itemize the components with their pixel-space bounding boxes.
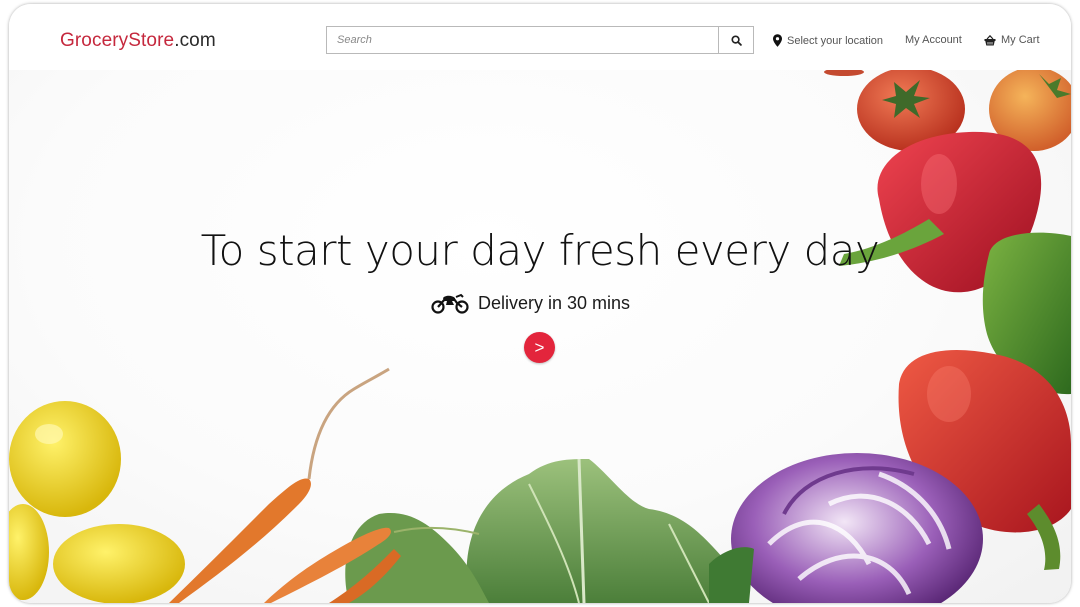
location-selector[interactable]: Select your location <box>773 34 883 47</box>
location-pin-icon <box>773 34 782 47</box>
motorcycle-icon <box>431 293 469 314</box>
delivery-info: Delivery in 30 mins <box>430 292 630 314</box>
my-cart-link[interactable]: My Cart <box>984 34 1040 46</box>
location-label: Select your location <box>787 34 883 47</box>
account-label: My Account <box>905 34 962 46</box>
site-header: GroceryStore.com Select your location My… <box>9 4 1071 70</box>
search-bar <box>326 26 754 54</box>
search-icon <box>730 34 742 46</box>
basket-icon <box>984 34 996 45</box>
shop-now-button[interactable]: > <box>524 332 555 363</box>
search-input[interactable] <box>327 27 720 53</box>
my-account-link[interactable]: My Account <box>905 34 962 46</box>
search-button[interactable] <box>718 27 753 53</box>
page-frame: GroceryStore.com Select your location My… <box>9 4 1071 603</box>
logo-brand: GroceryStore <box>60 30 175 51</box>
cart-label: My Cart <box>1001 34 1040 46</box>
logo-tld: .com <box>174 30 216 51</box>
delivery-text: Delivery in 30 mins <box>478 292 631 313</box>
site-logo[interactable]: GroceryStore.com <box>60 30 216 52</box>
hero-headline: To start your day fresh every day <box>200 226 880 275</box>
